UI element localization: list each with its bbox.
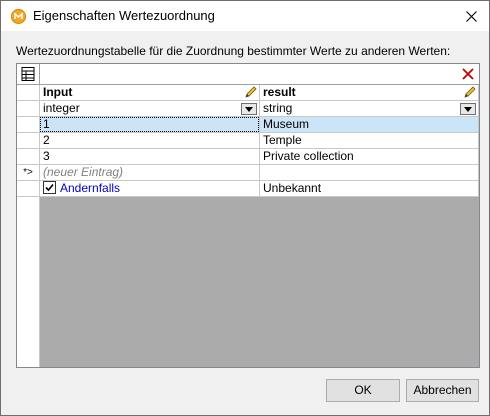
close-icon[interactable]: [457, 5, 485, 27]
table-row[interactable]: 2 Temple: [17, 133, 479, 149]
row-header-cell: [17, 117, 40, 133]
window-title: Eigenschaften Wertezuordnung: [33, 8, 215, 23]
result-type-value: string: [263, 101, 293, 115]
otherwise-cell: Andernfalls: [40, 181, 260, 197]
table-row[interactable]: 1 Museum: [17, 117, 479, 133]
value-map-table: Input result integer string 1 Museum 2 T…: [16, 63, 480, 368]
otherwise-result-value: Unbekannt: [263, 181, 322, 195]
ok-button[interactable]: OK: [326, 379, 400, 402]
row-header-cell: [17, 101, 40, 117]
result-type-select[interactable]: string: [260, 101, 479, 117]
table-toolbar: [17, 64, 479, 85]
row-header-cell: [17, 149, 40, 165]
table-options-icon[interactable]: [18, 65, 38, 83]
otherwise-label[interactable]: Andernfalls: [60, 181, 120, 195]
input-cell[interactable]: 2: [40, 133, 260, 149]
delete-icon[interactable]: [458, 65, 478, 83]
new-entry-marker: *>: [17, 165, 40, 181]
row-header-cell: [17, 181, 40, 197]
dropdown-arrow-icon[interactable]: [460, 103, 476, 115]
mapforce-icon: [11, 9, 26, 24]
otherwise-checkbox[interactable]: [43, 181, 56, 194]
new-entry-input-cell[interactable]: (neuer Eintrag): [40, 165, 260, 181]
column-header-result[interactable]: result: [260, 85, 479, 101]
type-row: integer string: [17, 101, 479, 117]
input-type-select[interactable]: integer: [40, 101, 260, 117]
toolbar-separator: [39, 64, 40, 84]
focus-rectangle: [40, 117, 259, 132]
result-value: Temple: [263, 133, 302, 147]
input-value: 3: [43, 149, 50, 163]
result-cell[interactable]: Private collection: [260, 149, 479, 165]
input-cell[interactable]: 1: [40, 117, 260, 133]
column-header-result-label: result: [263, 85, 296, 99]
input-value: 2: [43, 133, 50, 147]
input-cell[interactable]: 3: [40, 149, 260, 165]
new-entry-row[interactable]: *> (neuer Eintrag): [17, 165, 479, 181]
row-header-cell: [17, 133, 40, 149]
table-header-row: Input result: [17, 85, 479, 101]
description-text: Wertezuordnungstabelle für die Zuordnung…: [16, 44, 451, 58]
new-entry-result-cell[interactable]: [260, 165, 479, 181]
column-header-input-label: Input: [43, 85, 73, 99]
cancel-button[interactable]: Abbrechen: [406, 379, 479, 402]
otherwise-row: Andernfalls Unbekannt: [17, 181, 479, 197]
title-bar: Eigenschaften Wertezuordnung: [1, 1, 489, 31]
row-header-column: [17, 197, 40, 367]
result-cell[interactable]: Museum: [260, 117, 479, 133]
table-row[interactable]: 3 Private collection: [17, 149, 479, 165]
input-type-value: integer: [43, 101, 80, 115]
pencil-icon[interactable]: [463, 86, 476, 100]
column-header-input[interactable]: Input: [40, 85, 260, 101]
dropdown-arrow-icon[interactable]: [241, 103, 257, 115]
result-cell[interactable]: Temple: [260, 133, 479, 149]
row-header-cell: [17, 85, 40, 101]
dialog-window: Eigenschaften Wertezuordnung Wertezuordn…: [0, 0, 490, 416]
otherwise-result-cell[interactable]: Unbekannt: [260, 181, 479, 197]
result-value: Museum: [263, 117, 310, 131]
pencil-icon[interactable]: [244, 86, 257, 100]
result-value: Private collection: [263, 149, 354, 163]
